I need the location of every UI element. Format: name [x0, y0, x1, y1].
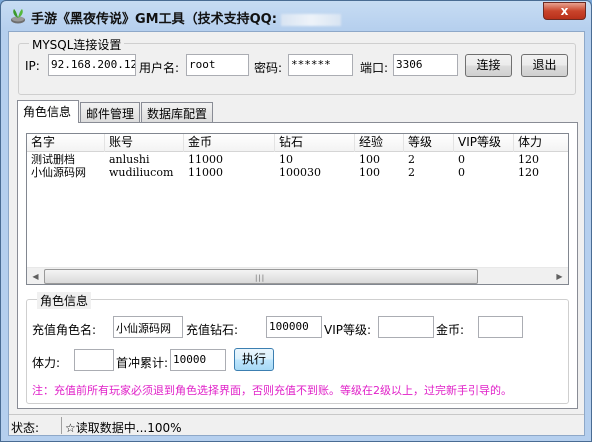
gold-field[interactable] — [478, 316, 523, 338]
username-field[interactable]: root — [186, 54, 249, 76]
connect-button[interactable]: 连接 — [465, 54, 512, 77]
table-row[interactable]: 小仙源码网 wudiliucom 11000 100030 100 2 0 12… — [27, 166, 568, 179]
cell-account: wudiliucom — [109, 166, 174, 179]
cell-gold: 11000 — [188, 153, 223, 166]
cell-level: 2 — [408, 153, 415, 166]
column-header-stamina[interactable]: 体力 — [514, 134, 568, 152]
recharge-name-label: 充值角色名: — [32, 323, 97, 337]
cell-stamina: 120 — [518, 166, 539, 179]
status-bar: 状态: ☆读取数据中...100% — [9, 414, 584, 435]
port-label: 端口: — [360, 61, 389, 75]
scroll-left-icon[interactable]: ◀ — [27, 268, 44, 284]
stamina-field[interactable] — [74, 349, 114, 371]
execute-button[interactable]: 执行 — [234, 348, 274, 371]
password-label: 密码: — [254, 61, 283, 75]
window-title: 手游《黑夜传说》GM工具（技术支持QQ: — [31, 8, 341, 27]
tab-mail[interactable]: 邮件管理 — [80, 102, 140, 122]
mysql-settings-legend: MYSQL连接设置 — [29, 36, 125, 53]
role-tab-panel: 名字 账号 金币 钻石 经验 等级 VIP等级 体力 测试删档 anlushi … — [17, 122, 578, 409]
cell-vip: 0 — [458, 153, 465, 166]
cell-diamond: 100030 — [279, 166, 321, 179]
ip-field[interactable]: 92.168.200.128 — [48, 54, 136, 76]
cell-exp: 100 — [359, 153, 380, 166]
cell-name: 测试删档 — [31, 153, 75, 166]
recharge-name-field[interactable]: 小仙源码网 — [113, 316, 183, 338]
column-header-vip[interactable]: VIP等级 — [454, 134, 514, 152]
app-window: 手游《黑夜传说》GM工具（技术支持QQ: x MYSQL连接设置 IP: 92.… — [0, 0, 592, 442]
vip-level-field[interactable] — [378, 316, 434, 338]
first-recharge-label: 首冲累计: — [116, 356, 169, 370]
cell-diamond: 10 — [279, 153, 293, 166]
vip-level-label: VIP等级: — [324, 323, 372, 337]
column-header-gold[interactable]: 金币 — [184, 134, 275, 152]
app-icon — [11, 9, 25, 24]
scroll-thumb[interactable]: ||| — [44, 269, 478, 284]
role-list[interactable]: 名字 账号 金币 钻石 经验 等级 VIP等级 体力 测试删档 anlushi … — [26, 133, 569, 285]
gold-label: 金币: — [436, 323, 465, 337]
cell-exp: 100 — [359, 166, 380, 179]
column-header-exp[interactable]: 经验 — [355, 134, 404, 152]
cell-account: anlushi — [109, 153, 150, 166]
status-label: 状态: — [11, 421, 40, 435]
column-header-diamond[interactable]: 钻石 — [275, 134, 355, 152]
cell-vip: 0 — [458, 166, 465, 179]
list-header: 名字 账号 金币 钻石 经验 等级 VIP等级 体力 — [27, 134, 568, 152]
recharge-diamond-field[interactable]: 100000 — [266, 316, 322, 338]
column-header-level[interactable]: 等级 — [404, 134, 454, 152]
title-bar[interactable]: 手游《黑夜传说》GM工具（技术支持QQ: x — [1, 1, 591, 31]
window-title-text: 手游《黑夜传说》GM工具（技术支持QQ: — [31, 12, 277, 27]
stamina-label: 体力: — [32, 356, 61, 370]
cell-gold: 11000 — [188, 166, 223, 179]
redacted-contact — [280, 13, 341, 26]
first-recharge-field[interactable]: 10000 — [170, 349, 226, 371]
client-area: MYSQL连接设置 IP: 92.168.200.128 用户名: root 密… — [8, 31, 585, 436]
horizontal-scrollbar[interactable]: ◀ ||| ▶ — [27, 267, 568, 284]
close-button[interactable]: x — [543, 2, 586, 20]
column-header-account[interactable]: 账号 — [105, 134, 184, 152]
status-text: ☆读取数据中...100% — [65, 421, 182, 435]
table-row[interactable]: 测试删档 anlushi 11000 10 100 2 0 120 — [27, 153, 568, 166]
username-label: 用户名: — [139, 61, 180, 75]
column-header-name[interactable]: 名字 — [27, 134, 105, 152]
recharge-diamond-label: 充值钻石: — [186, 323, 239, 337]
cell-stamina: 120 — [518, 153, 539, 166]
grip-icon: ||| — [255, 274, 266, 282]
tab-role-info[interactable]: 角色信息 — [17, 100, 79, 123]
cell-level: 2 — [408, 166, 415, 179]
password-field[interactable]: ****** — [288, 54, 353, 76]
status-divider — [61, 417, 62, 434]
recharge-note: 注：充值前所有玩家必须退到角色选择界面，否则充值不到账。等级在2级以上，过完新手… — [32, 384, 512, 397]
scroll-right-icon[interactable]: ▶ — [551, 268, 568, 284]
cell-name: 小仙源码网 — [31, 166, 86, 179]
role-info-legend: 角色信息 — [37, 292, 92, 309]
exit-button[interactable]: 退出 — [521, 54, 568, 77]
tab-db-config[interactable]: 数据库配置 — [141, 102, 213, 122]
ip-label: IP: — [25, 59, 40, 73]
port-field[interactable]: 3306 — [393, 54, 458, 76]
